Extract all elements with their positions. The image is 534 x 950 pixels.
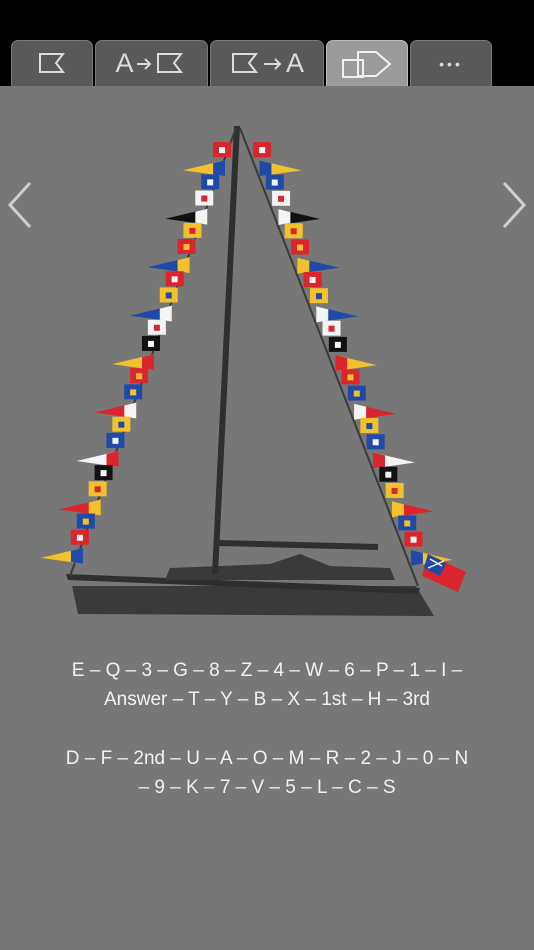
signal-flag [284,223,303,239]
sequence-line-1: E – Q – 3 – G – 8 – Z – 4 – W – 6 – P – … [71,660,463,681]
signal-flag [106,432,125,448]
signal-flag [130,368,149,384]
signal-flag [322,320,341,336]
signal-flag [112,416,131,432]
flag-sequence-text: E – Q – 3 – G – 8 – Z – 4 – W – 6 – P – … [0,656,534,802]
signal-flag [165,208,208,225]
shapes-icon [342,50,392,78]
signal-flag [147,319,166,335]
signal-flag [272,190,291,206]
tab-letter-label: A [285,48,304,78]
sailboat [66,126,434,616]
flag-arrow-right-icon [231,52,282,73]
signal-flag [309,288,328,304]
signal-flag [201,174,220,190]
signal-flag [303,271,322,287]
signal-flag [159,287,178,303]
signal-flag [347,385,366,401]
sailboat-illustration [40,126,466,616]
tab-shapes[interactable] [326,40,408,86]
signal-flag [112,354,155,371]
tab-more[interactable]: ••• [410,40,492,86]
signal-flag [124,384,143,400]
signal-flags-backstay [253,142,453,566]
signal-flag [328,336,347,352]
signal-flag [291,239,309,255]
mast [212,126,240,574]
signal-flag [177,239,196,254]
sequence-line-4: – 9 – K – 7 – V – 5 – L – C – S [138,777,396,798]
signal-flag [40,547,83,564]
boat-cabin [165,554,395,580]
signal-flag [129,305,172,322]
signal-flag [278,209,321,226]
signal-flag [366,434,385,450]
signal-flag [165,271,184,287]
backstay [239,127,419,587]
signal-flag [76,451,119,467]
signal-flag [195,190,214,206]
signal-flag [391,501,434,518]
signal-flag [360,418,379,434]
signal-flag [183,160,226,177]
signal-flag [316,306,359,323]
boom [218,540,378,550]
sequence-line-3: D – F – 2nd – U – A – O – M – R – 2 – J … [65,748,469,769]
top-bar: A A ••• [0,0,534,86]
arrow-right-flag-icon [136,52,183,73]
signal-flag [404,531,423,547]
signal-flag [94,402,137,419]
tab-flag-to-letter[interactable]: A [210,40,324,86]
signal-flag [183,222,202,238]
signal-flag [398,515,417,531]
signal-flag [297,257,340,274]
signal-flag [265,174,284,190]
signal-flag [147,257,190,274]
signal-flags-forestay [40,142,232,564]
signal-flag [70,529,89,545]
signal-flag [259,160,302,177]
signal-flag [141,335,160,351]
signal-flag [335,355,378,372]
signal-flag [88,481,107,497]
flag-icon [39,52,66,73]
tab-letter-label: A [115,48,134,78]
tab-letter-to-flag[interactable]: A [95,40,208,86]
more-label: ••• [439,55,463,72]
signal-flag [379,466,398,482]
signal-flag [341,369,360,385]
signal-flag [94,465,113,481]
tab-flag[interactable] [11,40,93,86]
sequence-line-2: Answer – T – Y – B – X – 1st – H – 3rd [103,689,430,710]
signal-flag [385,482,404,498]
signal-flag [58,499,101,516]
signal-flag [354,403,397,420]
signal-flag [213,142,232,158]
signal-flag [373,452,415,469]
signal-flag [76,513,95,529]
signal-flag [253,142,272,158]
